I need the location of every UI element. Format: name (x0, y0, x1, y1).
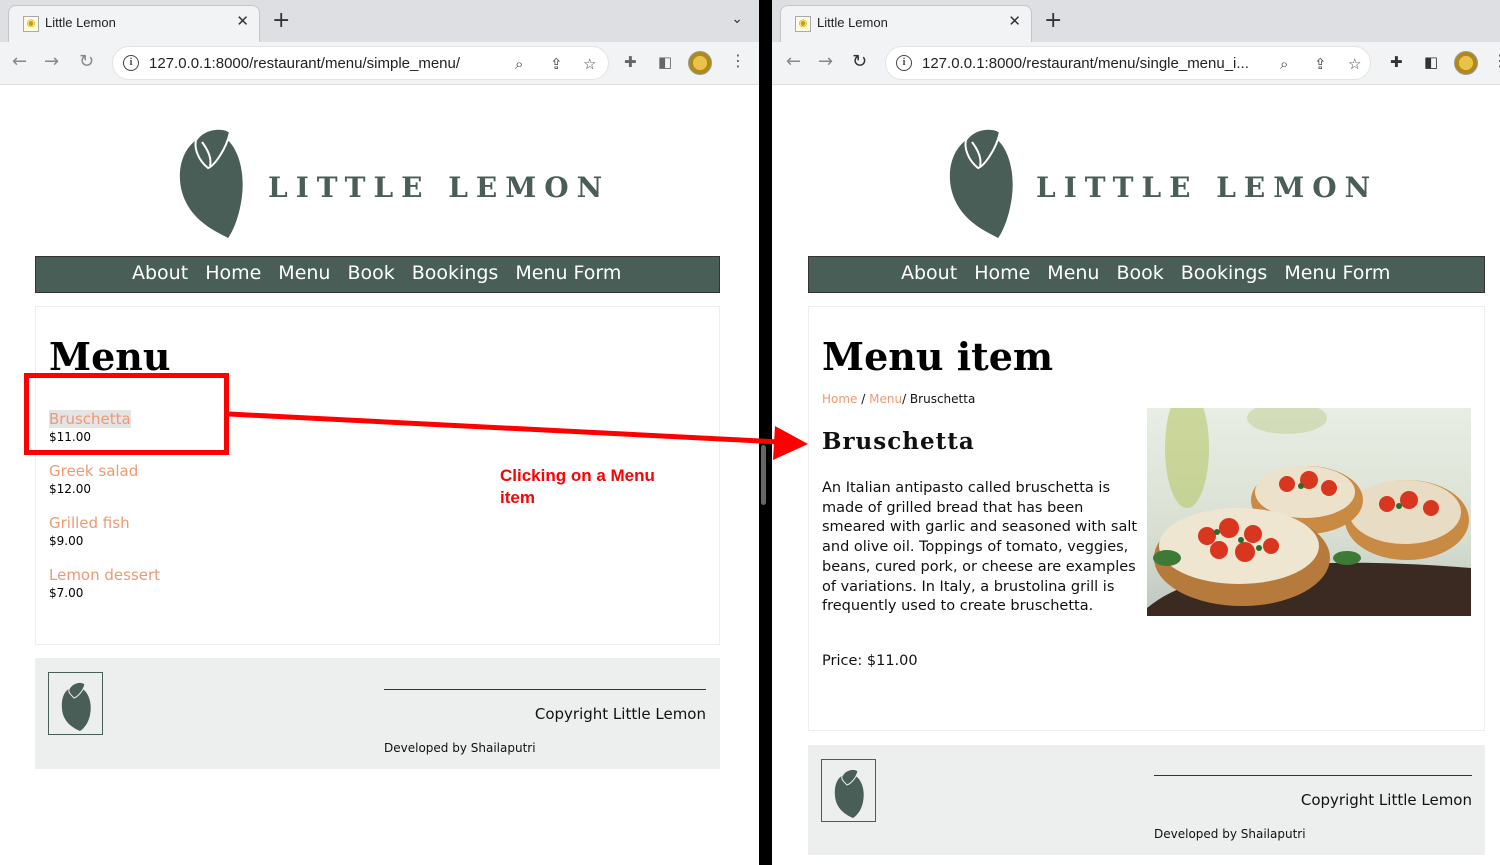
screenshot-stage: ◉ Little Lemon ✕ + ⌄ ← → ↻ i 127.0.0.1:8… (0, 0, 1500, 865)
annotation-arrow (228, 411, 808, 460)
